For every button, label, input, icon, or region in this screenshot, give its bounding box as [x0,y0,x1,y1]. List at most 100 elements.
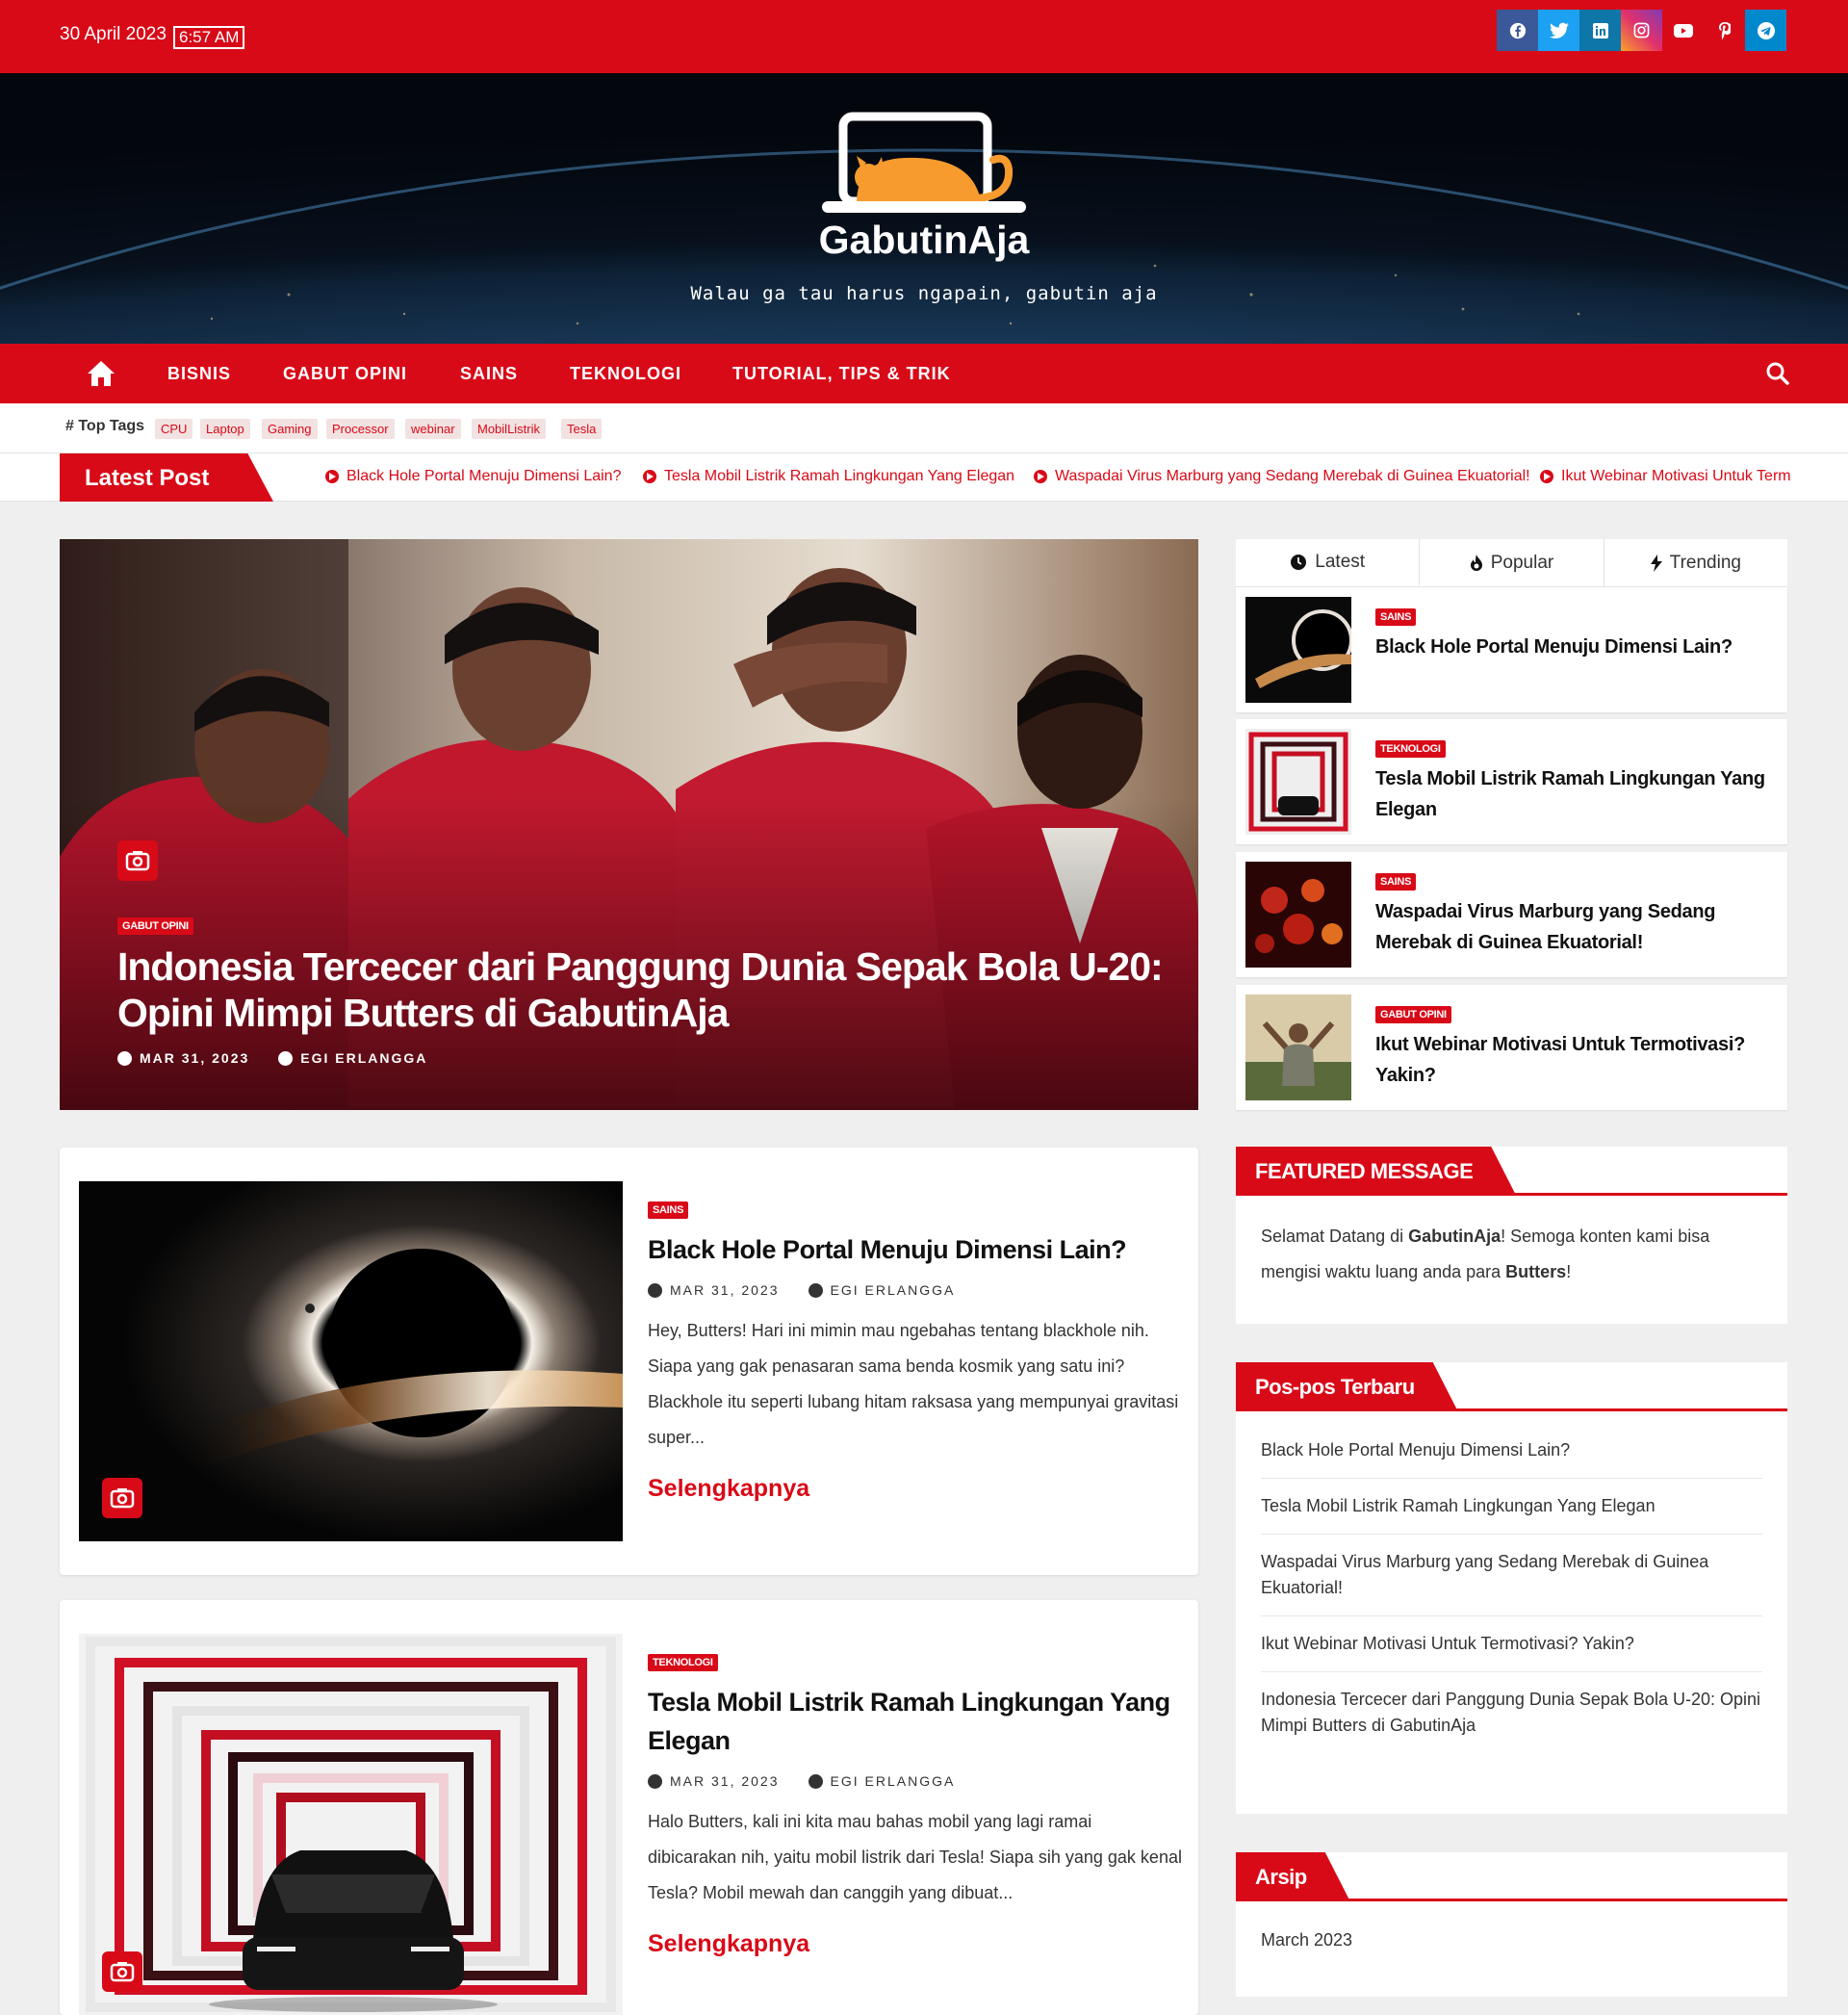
ticker-item[interactable]: Waspadai Virus Marburg yang Sedang Mereb… [1034,468,1530,485]
category-badge[interactable]: TEKNOLOGI [1375,740,1446,758]
post-excerpt: Hey, Butters! Hari ini mimin mau ngebaha… [648,1321,1179,1447]
clock-icon [648,1773,662,1789]
nav-item-teknologi[interactable]: TEKNOLOGI [570,364,681,384]
featured-post-title[interactable]: Indonesia Tercecer dari Panggung Dunia S… [117,943,1167,1036]
category-badge[interactable]: SAINS [648,1201,689,1219]
nav-item-tutorial-tips-trik[interactable]: TUTORIAL, TIPS & TRIK [732,364,951,384]
post-thumbnail[interactable] [79,1181,623,1541]
category-badge[interactable]: SAINS [1375,608,1417,626]
black-hole-image [1245,597,1351,703]
site-logo[interactable]: GabutinAja Walau ga tau harus ngapain, g… [0,73,1848,344]
top-tags-heading: # Top Tags [65,418,145,434]
widget-header: Pos-pos Terbaru [1236,1362,1787,1411]
instagram-icon[interactable] [1621,10,1662,51]
post-author[interactable]: EGI ERLANGGA [808,1282,956,1298]
featured-message-widget: FEATURED MESSAGE Selamat Datang di Gabut… [1236,1147,1787,1324]
bolt-icon [1650,554,1662,572]
category-badge[interactable]: SAINS [1375,873,1417,891]
sidebar-post-item[interactable]: SAINS Waspadai Virus Marburg yang Sedang… [1236,852,1787,977]
featured-post[interactable]: GABUT OPINI Indonesia Tercecer dari Pang… [60,539,1198,1110]
virus-image [1245,862,1351,968]
play-circle-icon [1034,470,1047,483]
post-title[interactable]: Tesla Mobil Listrik Ramah Lingkungan Yan… [648,1683,1182,1760]
recent-post-link[interactable]: Ikut Webinar Motivasi Untuk Termotivasi?… [1261,1616,1762,1672]
ticker-item[interactable]: Tesla Mobil Listrik Ramah Lingkungan Yan… [643,468,1014,485]
post-meta: MAR 31, 2023 EGI ERLANGGA [648,1282,1182,1298]
post-date[interactable]: MAR 31, 2023 [648,1773,780,1789]
sidebar-thumbnail[interactable] [1245,995,1351,1100]
featured-message-text: Selamat Datang di GabutinAja! Semoga kon… [1261,1227,1710,1281]
tesla-car-image [79,1634,623,2015]
nav-item-bisnis[interactable]: BISNIS [167,364,231,384]
recent-post-link[interactable]: Waspadai Virus Marburg yang Sedang Mereb… [1261,1535,1762,1616]
tag-cpu[interactable]: CPU [155,419,193,439]
sidebar-post-item[interactable]: GABUT OPINI Ikut Webinar Motivasi Untuk … [1236,985,1787,1110]
home-icon[interactable] [85,357,117,390]
category-badge[interactable]: GABUT OPINI [1375,1006,1451,1023]
recent-post-link[interactable]: Tesla Mobil Listrik Ramah Lingkungan Yan… [1261,1479,1762,1535]
site-title[interactable]: GabutinAja [0,218,1848,263]
widget-header: Arsip [1236,1852,1787,1901]
category-badge[interactable]: TEKNOLOGI [648,1654,718,1671]
post-date[interactable]: MAR 31, 2023 [117,1050,249,1066]
play-circle-icon [643,470,656,483]
sidebar-post-title[interactable]: Tesla Mobil Listrik Ramah Lingkungan Yan… [1375,763,1770,825]
tag-tesla[interactable]: Tesla [561,419,603,439]
nav-item-sains[interactable]: SAINS [460,364,518,384]
hash-icon: # [65,418,79,434]
category-badge[interactable]: GABUT OPINI [117,917,193,935]
widget-title: FEATURED MESSAGE [1236,1147,1516,1196]
tag-mobillistrik[interactable]: MobilListrik [472,419,547,439]
sidebar-thumbnail[interactable] [1245,597,1351,703]
post-date[interactable]: MAR 31, 2023 [648,1282,780,1298]
post-thumbnail[interactable] [79,1634,623,2015]
tag-gaming[interactable]: Gaming [262,419,318,439]
read-more-link[interactable]: Selengkapnya [648,1475,1182,1503]
archive-list: March 2023 [1236,1901,1787,1979]
current-time: 6:57 AM [173,26,245,49]
search-icon[interactable] [1765,361,1790,386]
tag-laptop[interactable]: Laptop [200,419,250,439]
ticker-item[interactable]: Ikut Webinar Motivasi Untuk Term [1540,468,1790,485]
tag-webinar[interactable]: webinar [405,419,461,439]
camera-icon [102,1478,142,1518]
archive-link[interactable]: March 2023 [1261,1913,1762,1968]
pinterest-icon[interactable] [1704,10,1745,51]
laptop-cat-logo-icon [822,112,1026,213]
sidebar-thumbnail[interactable] [1245,729,1351,835]
ticker-item[interactable]: Black Hole Portal Menuju Dimensi Lain? [325,468,621,485]
user-icon [808,1773,823,1789]
tab-latest[interactable]: Latest [1236,539,1421,586]
youtube-icon[interactable] [1662,10,1704,51]
sidebar-post-item[interactable]: SAINS Black Hole Portal Menuju Dimensi L… [1236,587,1787,712]
sidebar-post-title[interactable]: Waspadai Virus Marburg yang Sedang Mereb… [1375,896,1770,958]
tab-trending[interactable]: Trending [1604,539,1787,586]
nav-item-gabut-opini[interactable]: GABUT OPINI [283,364,407,384]
widget-title: Arsip [1236,1852,1350,1901]
post-meta: MAR 31, 2023 EGI ERLANGGA [117,1050,427,1066]
linkedin-icon[interactable] [1579,10,1621,51]
post-author[interactable]: EGI ERLANGGA [808,1773,956,1789]
post-title[interactable]: Black Hole Portal Menuju Dimensi Lain? [648,1230,1182,1269]
sidebar-thumbnail[interactable] [1245,862,1351,968]
clock-icon [1291,554,1307,570]
read-more-link[interactable]: Selengkapnya [648,1930,1182,1958]
sidebar-post-title[interactable]: Ikut Webinar Motivasi Untuk Termotivasi?… [1375,1029,1770,1091]
tab-popular[interactable]: Popular [1420,539,1604,586]
header-banner: GabutinAja Walau ga tau harus ngapain, g… [0,73,1848,344]
recent-post-link[interactable]: Indonesia Tercecer dari Panggung Dunia S… [1261,1672,1762,1753]
social-links [1497,10,1786,51]
twitter-icon[interactable] [1538,10,1579,51]
post-excerpt: Halo Butters, kali ini kita mau bahas mo… [648,1812,1182,1902]
sidebar-post-title[interactable]: Black Hole Portal Menuju Dimensi Lain? [1375,632,1770,662]
telegram-icon[interactable] [1745,10,1786,51]
tag-processor[interactable]: Processor [326,419,395,439]
recent-post-link[interactable]: Black Hole Portal Menuju Dimensi Lain? [1261,1423,1762,1479]
facebook-icon[interactable] [1497,10,1538,51]
sidebar-post-item[interactable]: TEKNOLOGI Tesla Mobil Listrik Ramah Ling… [1236,719,1787,844]
clock-icon [648,1282,662,1298]
sidebar-tabs: Latest Popular Trending [1236,539,1787,587]
main-navigation: BISNIS GABUT OPINI SAINS TEKNOLOGI TUTOR… [0,344,1848,403]
widget-title: Pos-pos Terbaru [1236,1362,1458,1411]
post-author[interactable]: EGI ERLANGGA [278,1050,427,1066]
